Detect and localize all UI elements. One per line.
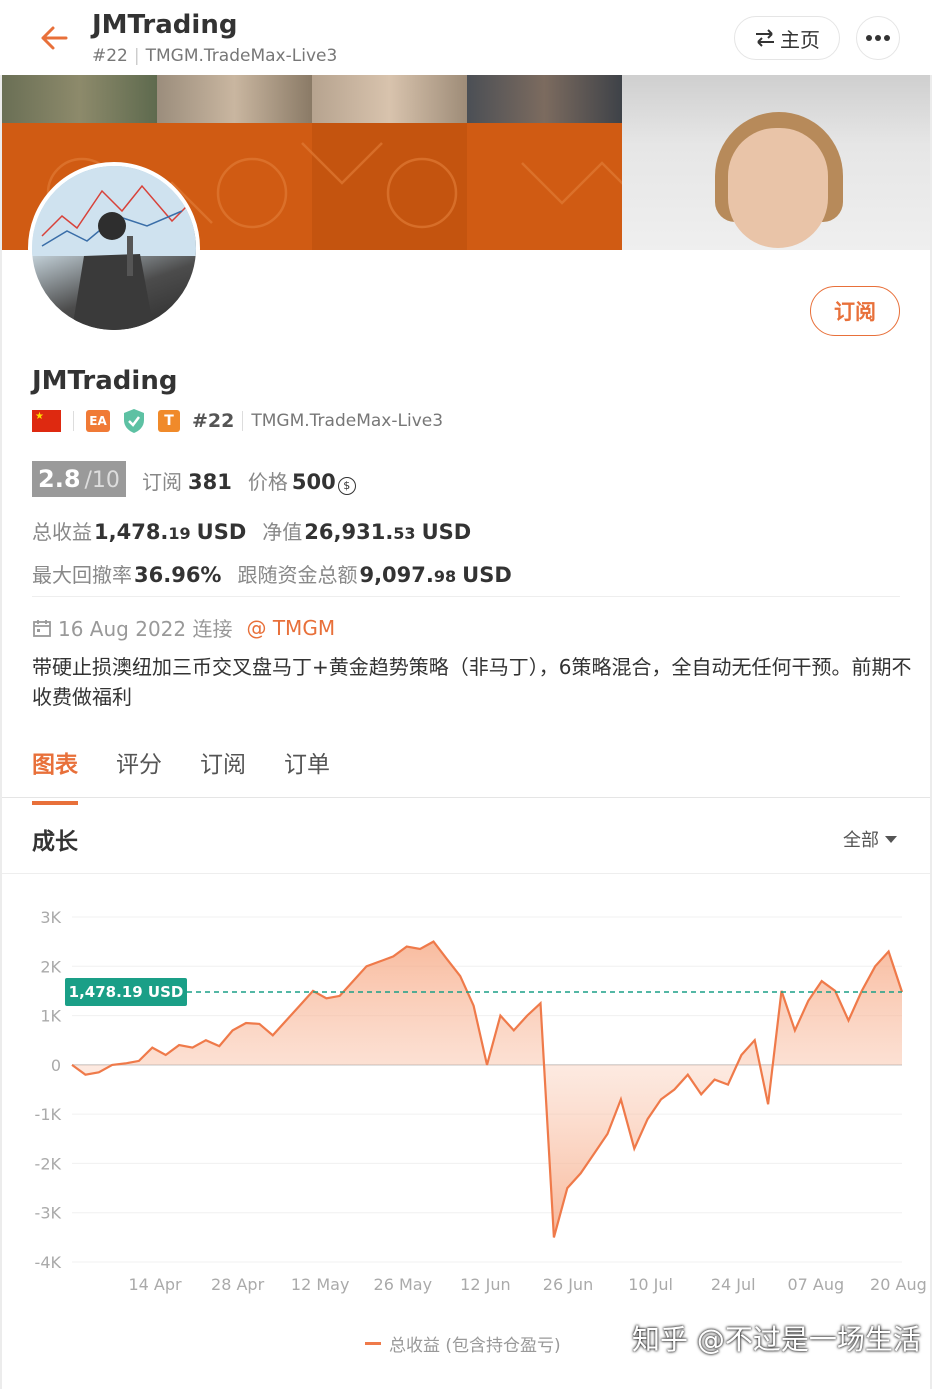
strategy-description: 带硬止损澳纽加三币交叉盘马丁+黄金趋势策略（非马丁），6策略混合，全自动无任何干… [32,655,912,709]
range-dropdown[interactable]: 全部 [843,826,897,852]
header-rank: #22 [92,46,128,66]
rating-max: /10 [84,468,120,493]
badge-row: ★ EA T #22 TMGM.TradeMax-Live3 [32,408,443,434]
x-tick-label: 28 Apr [211,1275,265,1294]
rank-label: #22 [192,410,235,432]
current-value-label: 1,478.19 USD [69,983,184,1001]
verified-shield-icon [124,409,144,433]
total-profit-unit: USD [196,520,247,544]
join-info: 16 Aug 2022 连接 @ TMGM [32,613,335,642]
trader-name: JMTrading [32,366,178,396]
home-button[interactable]: 主页 [734,16,840,60]
banner-photo-strip [2,75,622,123]
header-server: TMGM.TradeMax-Live3 [145,46,338,66]
header-subtitle: #22 | TMGM.TradeMax-Live3 [92,46,337,66]
price-value: 500 [291,470,336,494]
subscribe-button[interactable]: 订阅 [810,286,900,336]
follow-funds-int: 9,097. [359,563,434,587]
area-fill-positive [72,941,902,1065]
back-button[interactable] [36,20,72,56]
separator: | [133,46,140,66]
x-tick-label: 14 Apr [128,1275,182,1294]
growth-chart-svg: 3K 2K 1K 0 -1K -2K -3K -4K 14 Apr 28 Apr 12 May 26… [35,908,927,1294]
rating-badge: 2.8 /10 [32,461,126,497]
x-tick-label: 10 Jul [628,1275,673,1294]
more-dots-icon [866,35,890,41]
server-label: TMGM.TradeMax-Live3 [251,411,444,431]
calendar-icon [33,619,51,637]
tab-rating[interactable]: 评分 [116,745,162,805]
x-tick-label: 07 Aug [787,1275,844,1294]
subscriptions-value: 381 [188,470,232,494]
max-drawdown-label: 最大回撤率 [32,563,132,587]
equity-unit: USD [421,520,472,544]
broker-link[interactable]: @ TMGM [246,616,335,640]
frame-border [930,75,932,1389]
y-tick-label: -2K [35,1154,62,1173]
x-tick-label: 26 Jun [543,1275,593,1294]
avatar [28,162,200,334]
total-profit-int: 1,478. [94,520,169,544]
divider [32,596,900,597]
home-label: 主页 [780,27,820,52]
tab-bar: 图表 评分 订阅 订单 [32,745,368,805]
legend-line-icon [365,1342,381,1345]
follow-funds-unit: USD [462,563,512,587]
price-label: 价格 [247,470,288,494]
subscriptions-label: 订阅 [142,470,182,494]
separator [73,411,74,431]
x-tick-label: 26 May [374,1275,433,1294]
y-tick-label: 1K [40,1007,61,1026]
profit-equity-line: 总收益 1,478. 19 USD 净值 26,931. 53 USD [32,516,471,545]
ea-badge: EA [86,410,110,432]
x-tick-label: 12 Jun [460,1275,510,1294]
coin-icon: $ [337,476,356,495]
x-tick-label: 24 Jul [711,1275,756,1294]
subscription-price-line: 订阅 381 价格 500 $ [142,466,356,495]
caret-down-icon [885,835,897,843]
arrow-left-icon [41,26,68,50]
tab-chart[interactable]: 图表 [32,745,78,805]
rating-score: 2.8 [38,465,81,493]
divider [2,797,930,798]
total-profit-dec: 19 [168,524,191,543]
area-fill-negative [72,1064,773,1238]
t-badge: T [158,410,180,432]
join-date: 16 Aug 2022 连接 [58,617,233,641]
china-flag-icon: ★ [32,410,61,432]
y-tick-label: -4K [35,1253,62,1272]
chart-legend[interactable]: 总收益 (包含持仓盈亏) [365,1331,561,1356]
more-button[interactable] [856,16,900,60]
growth-chart: 3K 2K 1K 0 -1K -2K -3K -4K 14 Apr 28 Apr 12 May 26… [0,880,935,1310]
equity-int: 26,931. [304,520,394,544]
y-tick-label: 0 [51,1056,61,1075]
page-title: JMTrading [92,10,238,40]
range-value: 全部 [843,830,879,851]
divider [2,873,930,874]
y-tick-label: -1K [35,1105,62,1124]
max-drawdown-value: 36.96% [134,563,222,587]
y-tick-label: 3K [40,908,61,927]
watermark: 知乎 @不过是一场生活 [632,1323,921,1356]
tab-orders[interactable]: 订单 [284,745,330,805]
frame-border [0,75,2,1389]
y-tick-label: 2K [40,957,61,976]
equity-dec: 53 [393,524,416,543]
x-tick-label: 20 Aug [870,1275,927,1294]
series-line-total-profit [71,940,904,1238]
equity-label: 净值 [262,520,303,544]
top-header: JMTrading #22 | TMGM.TradeMax-Live3 主页 [0,0,935,75]
separator [242,411,244,431]
total-profit-label: 总收益 [32,520,92,544]
follow-funds-dec: 98 [433,567,457,586]
x-tick-label: 12 May [291,1275,350,1294]
chart-section-title: 成长 [32,829,78,855]
tab-subscription[interactable]: 订阅 [200,745,246,805]
drawdown-funds-line: 最大回撤率 36.96% 跟随资金总额 9,097. 98 USD [32,559,512,588]
legend-label: 总收益 (包含持仓盈亏) [389,1336,561,1356]
banner-portrait [728,128,828,248]
swap-icon [756,29,774,47]
follow-funds-label: 跟随资金总额 [237,563,358,587]
y-tick-label: -3K [35,1204,62,1223]
